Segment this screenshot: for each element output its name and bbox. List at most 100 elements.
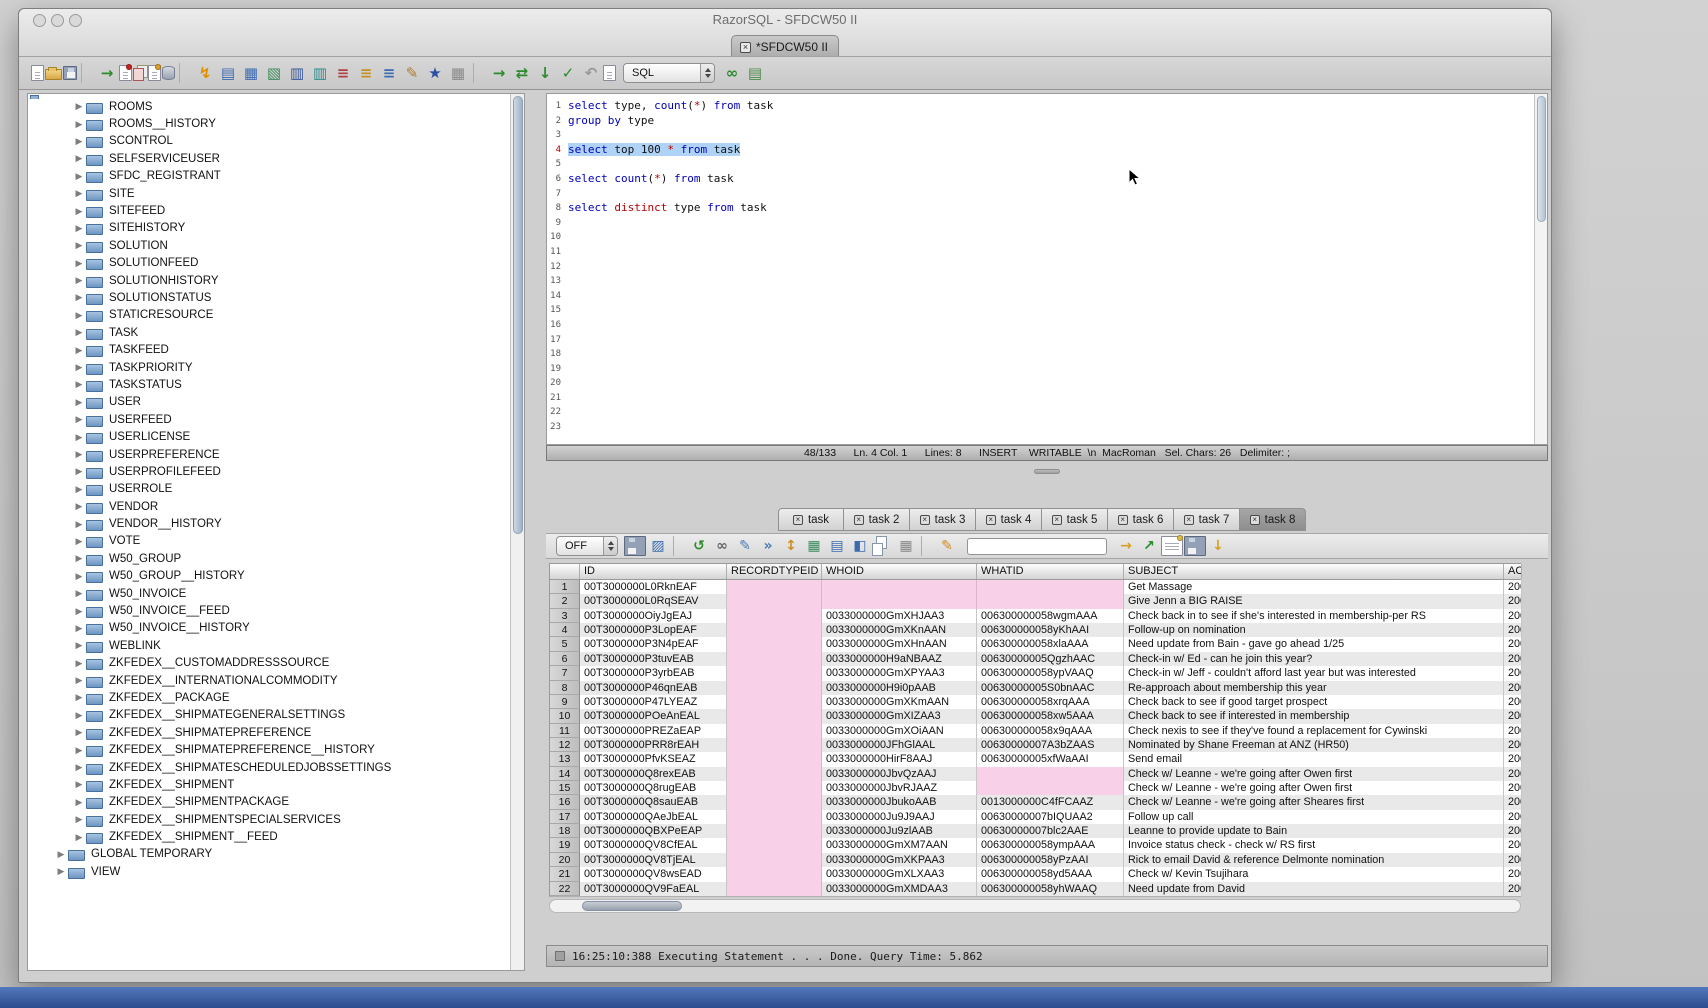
open-file-icon[interactable] [45,69,62,80]
disclosure-triangle-icon[interactable]: ▶ [72,379,86,390]
disclosure-triangle-icon[interactable]: ▶ [72,692,86,703]
disclosure-triangle-icon[interactable]: ▶ [72,606,86,617]
tree-item[interactable]: ▶ZKFEDEX__SHIPMATEPREFERENCE [28,724,510,741]
new-file-icon[interactable] [31,65,44,81]
manual-icon[interactable]: ▥ [309,62,331,84]
editor-scrollbar[interactable] [1534,94,1547,444]
disclosure-triangle-icon[interactable]: ▶ [72,101,86,112]
table-row[interactable]: 1800T3000000QBXPeEAP0033000000Ju9zlAAB00… [550,824,1521,838]
columns-icon[interactable]: ▤ [826,536,848,556]
filter-icon[interactable]: ≡ [355,62,377,84]
close-icon[interactable]: × [1052,515,1062,525]
tree-item[interactable]: ▶ZKFEDEX__SHIPMATEPREFERENCE__HISTORY [28,741,510,758]
favorites-icon[interactable]: ★ [424,62,446,84]
tree-item[interactable]: ▶TASKPRIORITY [28,359,510,376]
tree-item[interactable]: ▶W50_INVOICE__FEED [28,602,510,619]
disclosure-triangle-icon[interactable]: ▶ [72,675,86,686]
disclosure-triangle-icon[interactable]: ▶ [72,553,86,564]
disclosure-triangle-icon[interactable]: ▶ [72,658,86,669]
disclosure-triangle-icon[interactable]: ▶ [72,762,86,773]
table-tools-icon[interactable]: ▦ [803,536,825,556]
sort-updown-icon[interactable]: ↕ [780,536,802,556]
close-icon[interactable]: × [740,42,751,53]
result-tab[interactable]: ×task 2 [844,508,910,531]
table-row[interactable]: 700T3000000P3yrbEAB0033000000GmXPYAA3006… [550,666,1521,680]
filter-sort-icon[interactable]: ▨ [647,536,669,556]
table-row[interactable]: 1400T3000000Q8rexEAB0033000000JbvQzAAJCh… [550,767,1521,781]
tree-item[interactable]: ▶W50_GROUP__HISTORY [28,568,510,585]
tree-item[interactable]: ▶ZKFEDEX__SHIPMENT [28,776,510,793]
editor-code[interactable]: select type, count(*) from taskgroup by … [568,99,1531,435]
table-favorites-icon[interactable]: ▦ [447,62,469,84]
disclosure-triangle-icon[interactable]: ▶ [72,466,86,477]
view-glasses-icon[interactable]: ∞ [711,536,733,556]
stepper-arrows-icon[interactable] [603,537,617,555]
tree-item[interactable]: ▶ZKFEDEX__SHIPMATESCHEDULEDJOBSSETTINGS [28,759,510,776]
table-row[interactable]: 1200T3000000PRR8rEAH0033000000JFhGlAAL00… [550,738,1521,752]
disclosure-triangle-icon[interactable]: ▶ [72,484,86,495]
disclosure-triangle-icon[interactable]: ▶ [72,292,86,303]
tree-item[interactable]: ▶TASK [28,324,510,341]
table-refresh-icon[interactable]: ▧ [263,62,285,84]
table-row[interactable]: 400T3000000P3LopEAF0033000000GmXKnAAN006… [550,623,1521,637]
close-icon[interactable]: × [1184,515,1194,525]
tree-item[interactable]: ▶SELFSERVICEUSER [28,150,510,167]
tree-item[interactable]: ▶USERROLE [28,481,510,498]
disclosure-triangle-icon[interactable]: ▶ [72,119,86,130]
row-limit-select[interactable]: OFF [556,536,618,556]
result-tab[interactable]: ×task 8 [1240,508,1306,531]
table-row[interactable]: 300T3000000OiyJgEAJ0033000000GmXHJAA3006… [550,609,1521,623]
result-tab[interactable]: ×task 3 [910,508,976,531]
tree-item[interactable]: ▶SOLUTION [28,237,510,254]
new-connection-icon[interactable] [148,65,161,81]
describe-icon[interactable]: ◧ [849,536,871,556]
tree-item[interactable]: ▶ZKFEDEX__PACKAGE [28,689,510,706]
database-icon[interactable] [162,66,175,80]
table-row[interactable]: 800T3000000P46qnEAB0033000000H9i0pAAB006… [550,681,1521,695]
disclosure-triangle-icon[interactable]: ▶ [72,745,86,756]
table-row[interactable]: 1600T3000000Q8sauEAB0033000000JbukoAAB00… [550,795,1521,809]
result-tab[interactable]: ×task 4 [976,508,1042,531]
tree-item[interactable]: ▶SOLUTIONHISTORY [28,272,510,289]
connections-icon[interactable]: ∞ [721,62,743,84]
column-header[interactable]: AC [1504,564,1522,579]
edit-cell-icon[interactable]: ✎ [734,536,756,556]
tree-item[interactable]: ▶GLOBAL TEMPORARY [28,846,510,863]
sql-editor[interactable]: 1234567891011121314151617181920212223 se… [546,93,1548,445]
table-row[interactable]: 200T3000000L0RqSEAVGive Jenn a BIG RAISE… [550,594,1521,608]
tree-item[interactable]: ▶TASKFEED [28,341,510,358]
disclosure-triangle-icon[interactable]: ▶ [72,171,86,182]
stepper-arrows-icon[interactable] [700,64,714,82]
table-row[interactable]: 2000T3000000QV8TjEAL0033000000GmXKPAA300… [550,853,1521,867]
close-icon[interactable]: × [986,515,996,525]
disclosure-triangle-icon[interactable]: ▶ [72,327,86,338]
table-row[interactable]: 1900T3000000QV8CfEAL0033000000GmXM7AAN00… [550,838,1521,852]
column-header[interactable]: RECORDTYPEID [727,564,822,579]
table-row[interactable]: 2200T3000000QV9FaEAL0033000000GmXMDAA300… [550,882,1521,896]
editor-mode-select[interactable]: SQL [623,63,715,83]
tree-scrollbar-thumb[interactable] [513,96,523,534]
tree-item[interactable]: ▶VENDOR [28,498,510,515]
disconnect-icon[interactable] [119,65,132,81]
disclosure-triangle-icon[interactable]: ▶ [72,258,86,269]
tree-item[interactable]: ▶ROOMS__HISTORY [28,115,510,132]
download-icon[interactable]: ↓ [1207,536,1229,556]
close-icon[interactable]: × [1250,515,1260,525]
disclosure-triangle-icon[interactable]: ▶ [72,188,86,199]
execute-down-icon[interactable]: ↓ [534,62,556,84]
result-tab[interactable]: ×task 5 [1042,508,1108,531]
grid-horizontal-scrollbar[interactable] [549,899,1521,913]
disclosure-triangle-icon[interactable]: ▶ [72,623,86,634]
table-row[interactable]: 1700T3000000QAeJbEAL0033000000Ju9J9AAJ00… [550,810,1521,824]
copy-table-icon[interactable]: ▦ [895,536,917,556]
disclosure-triangle-icon[interactable]: ▶ [72,206,86,217]
disclosure-triangle-icon[interactable]: ▶ [54,849,68,860]
checklist-icon[interactable]: ▤ [217,62,239,84]
disclosure-triangle-icon[interactable]: ▶ [72,797,86,808]
result-tab[interactable]: ×task [778,508,844,531]
table-row[interactable]: 900T3000000P47LYEAZ0033000000GmXKmAAN006… [550,695,1521,709]
connection-tab[interactable]: × *SFDCW50 II [731,35,839,56]
disclosure-triangle-icon[interactable]: ▶ [72,136,86,147]
tree-item[interactable]: ▶TASKSTATUS [28,376,510,393]
tree-item[interactable]: ▶USERPROFILEFEED [28,463,510,480]
